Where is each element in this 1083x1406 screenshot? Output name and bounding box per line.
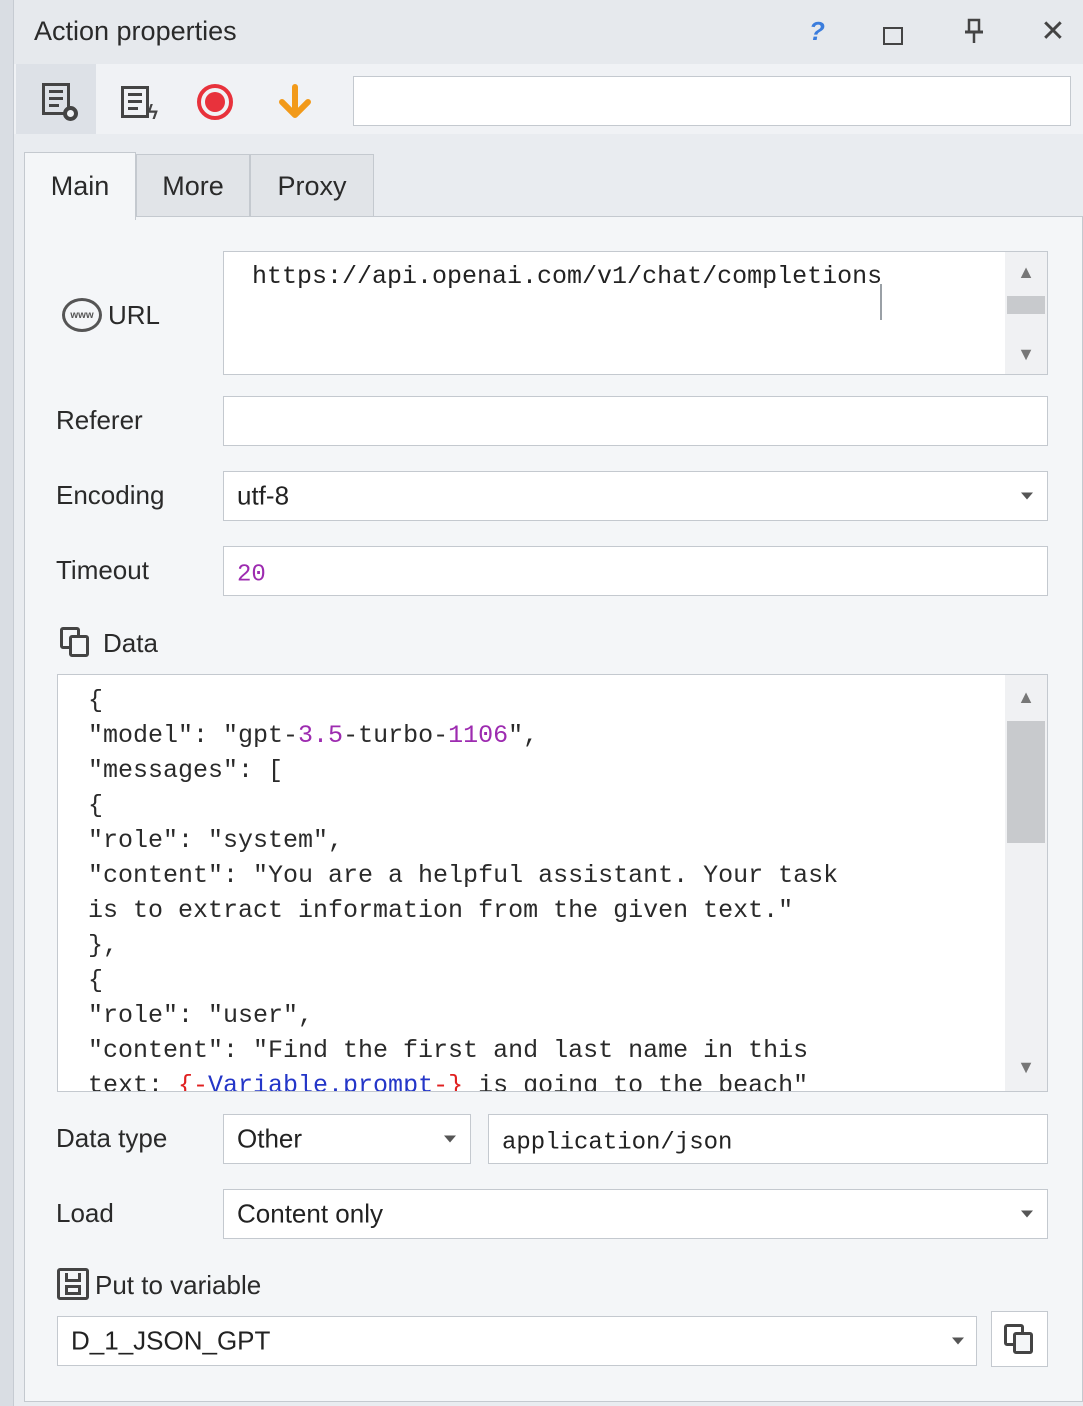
code-line: "role": "user", — [88, 1001, 314, 1030]
action-settings-button[interactable] — [16, 64, 96, 134]
referer-input[interactable] — [223, 396, 1048, 446]
scroll-up-icon[interactable]: ▲ — [1005, 675, 1047, 719]
load-value: Content only — [237, 1198, 383, 1229]
code-line: "messages": [ — [88, 756, 284, 785]
doc-settings-icon — [42, 83, 78, 121]
data-scroll-thumb[interactable] — [1007, 721, 1045, 843]
referer-label: Referer — [56, 405, 143, 435]
timeout-label: Timeout — [56, 555, 149, 585]
panel-titlebar: Action properties ? ✕ — [14, 0, 1083, 64]
data-type-value: Other — [237, 1123, 303, 1154]
variable-value: D_1_JSON_GPT — [71, 1325, 271, 1356]
action-toolbar: ϟ — [14, 64, 1083, 134]
code-line: "model": "gpt-3.5-turbo-1106", — [88, 721, 539, 750]
step-down-button[interactable] — [260, 72, 330, 132]
content-type-value: application/json — [502, 1129, 733, 1157]
code-line: { — [88, 686, 104, 715]
action-run-button[interactable]: ϟ — [100, 72, 170, 132]
chevron-down-icon — [952, 1337, 964, 1345]
tab-proxy[interactable]: Proxy — [250, 154, 374, 218]
data-label: Data — [103, 628, 158, 658]
save-icon — [57, 1268, 89, 1300]
text-cursor-icon — [880, 284, 890, 320]
scroll-up-icon[interactable]: ▲ — [1005, 252, 1047, 292]
timeout-input[interactable]: 20 — [223, 546, 1048, 596]
close-icon: ✕ — [1040, 14, 1066, 48]
url-scrollbar[interactable]: ▲ ▼ — [1005, 252, 1047, 374]
help-button[interactable]: ? — [800, 14, 834, 48]
copy-variable-button[interactable] — [991, 1311, 1048, 1367]
chevron-down-icon — [1021, 1210, 1033, 1218]
code-line: "content": "You are a helpful assistant.… — [88, 861, 839, 890]
scroll-down-icon[interactable]: ▼ — [1005, 334, 1047, 374]
code-line: is to extract information from the given… — [88, 896, 794, 925]
data-scrollbar[interactable]: ▲ ▼ — [1005, 675, 1047, 1091]
url-value: https://api.openai.com/v1/chat/completio… — [252, 262, 883, 291]
code-line: { — [88, 791, 104, 820]
doc-run-icon: ϟ — [121, 86, 158, 124]
pin-button[interactable] — [957, 14, 991, 48]
encoding-label: Encoding — [56, 480, 165, 510]
data-editor[interactable]: { "model": "gpt-3.5-turbo-1106", "messages… — [57, 674, 1048, 1092]
put-to-variable-label: Put to variable — [95, 1270, 262, 1300]
tab-main[interactable]: Main — [24, 152, 136, 220]
encoding-select[interactable]: utf-8 — [223, 471, 1048, 521]
left-panel-edge — [0, 0, 14, 1406]
load-select[interactable]: Content only — [223, 1189, 1048, 1239]
load-label: Load — [56, 1198, 114, 1228]
action-name-input[interactable] — [353, 76, 1071, 126]
maximize-icon — [883, 27, 903, 45]
code-line: "role": "system", — [88, 826, 344, 855]
help-icon: ? — [809, 15, 825, 46]
content-type-input[interactable]: application/json — [488, 1114, 1048, 1164]
copy-icon — [1004, 1324, 1034, 1354]
code-line: { — [88, 966, 104, 995]
data-type-label: Data type — [56, 1123, 168, 1153]
data-type-select[interactable]: Other — [223, 1114, 471, 1164]
url-scroll-thumb[interactable] — [1007, 296, 1045, 314]
code-line: text: {-Variable.prompt-} is going to th… — [88, 1071, 809, 1092]
url-field[interactable]: https://api.openai.com/v1/chat/completio… — [223, 251, 1048, 375]
scroll-down-icon[interactable]: ▼ — [1005, 1047, 1047, 1087]
record-icon — [197, 84, 233, 120]
chevron-down-icon — [444, 1135, 456, 1143]
arrow-down-icon — [279, 84, 311, 118]
maximize-button[interactable] — [876, 14, 910, 48]
code-line: }, — [88, 931, 119, 960]
tab-more[interactable]: More — [136, 154, 250, 218]
variable-select[interactable]: D_1_JSON_GPT — [57, 1316, 977, 1366]
record-button[interactable] — [180, 72, 250, 132]
close-button[interactable]: ✕ — [1036, 14, 1070, 48]
pin-icon — [965, 18, 983, 43]
encoding-value: utf-8 — [237, 480, 290, 511]
url-label: URL — [108, 300, 161, 330]
www-icon: www — [62, 298, 102, 332]
chevron-down-icon — [1021, 492, 1033, 500]
timeout-value: 20 — [237, 561, 266, 589]
data-code: { "model": "gpt-3.5-turbo-1106", "messages… — [88, 683, 839, 1092]
code-line: "content": "Find the first and last name… — [88, 1036, 809, 1065]
copy-icon — [60, 627, 90, 657]
panel-title: Action properties — [34, 16, 237, 46]
